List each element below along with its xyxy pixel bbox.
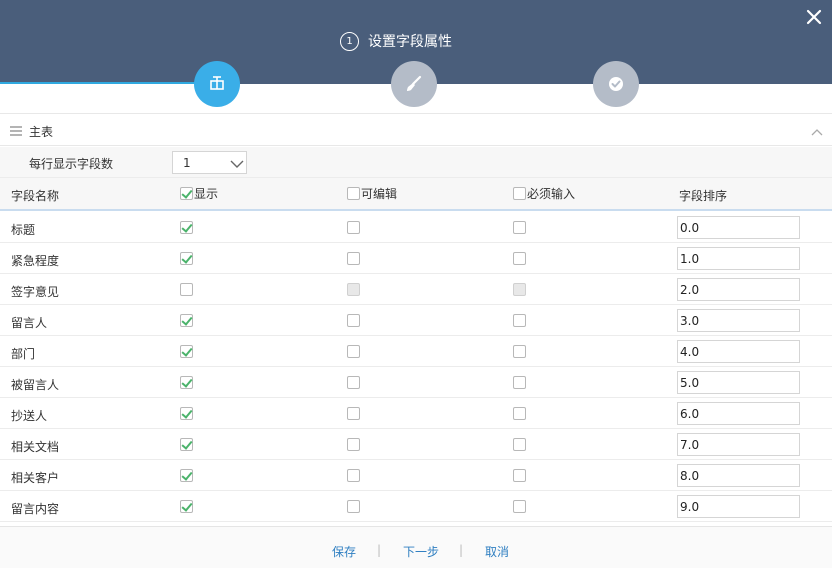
required-checkbox[interactable] [513,407,526,420]
fields-per-row-select[interactable]: 1 [172,151,247,174]
required-checkbox[interactable] [513,345,526,358]
column-header-order: 字段排序 [679,189,728,203]
step-number-badge: 1 [340,31,359,51]
editable-checkbox[interactable] [347,283,360,296]
chevron-up-icon[interactable] [811,125,823,139]
table-row: 部门 [0,336,832,367]
required-checkbox[interactable] [513,314,526,327]
required-checkbox[interactable] [513,283,526,296]
fields-per-row-setting: 每行显示字段数 1 [0,147,832,178]
editable-checkbox[interactable] [347,252,360,265]
wizard-title: 1 设置字段属性 [340,31,452,51]
field-name: 抄送人 [11,409,48,423]
step-1-field-properties-icon[interactable] [194,61,240,107]
table-row: 抄送人 [0,398,832,429]
table-row: 相关客户 [0,460,832,491]
editable-checkbox[interactable] [347,376,360,389]
required-checkbox[interactable] [513,221,526,234]
show-checkbox[interactable] [180,283,193,296]
select-all-required-checkbox[interactable] [513,187,526,200]
column-header-required: 必须输入 [513,185,575,202]
required-checkbox[interactable] [513,500,526,513]
column-header-show: 显示 [180,185,218,202]
field-name: 相关文档 [11,440,60,454]
field-table-body: 标题 紧急程度 签字意见 留言人 部门 被留言人 [0,212,832,522]
order-input[interactable] [677,278,800,301]
show-checkbox[interactable] [180,221,193,234]
fields-per-row-value: 1 [183,156,191,170]
required-checkbox[interactable] [513,252,526,265]
order-input[interactable] [677,495,800,518]
section-title: 主表 [29,125,54,139]
editable-checkbox[interactable] [347,438,360,451]
order-input[interactable] [677,464,800,487]
column-header-editable: 可编辑 [347,185,397,202]
table-row: 留言人 [0,305,832,336]
field-name: 被留言人 [11,378,60,392]
show-checkbox[interactable] [180,500,193,513]
table-row: 签字意见 [0,274,832,305]
table-row: 留言内容 [0,491,832,522]
order-input[interactable] [677,309,800,332]
show-checkbox[interactable] [180,252,193,265]
editable-checkbox[interactable] [347,345,360,358]
select-all-show-checkbox[interactable] [180,187,193,200]
order-input[interactable] [677,247,800,270]
show-checkbox[interactable] [180,376,193,389]
editable-checkbox[interactable] [347,314,360,327]
progress-line [0,82,217,84]
table-header: 字段名称 显示 可编辑 必须输入 字段排序 [0,178,832,211]
column-header-editable-label: 可编辑 [361,187,398,201]
list-icon [10,125,22,139]
field-name: 留言人 [11,316,48,330]
table-row: 相关文档 [0,429,832,460]
order-input[interactable] [677,402,800,425]
editable-checkbox[interactable] [347,221,360,234]
chevron-down-icon [230,158,244,172]
step-2-brush-icon[interactable] [391,61,437,107]
editable-checkbox[interactable] [347,407,360,420]
fields-per-row-label: 每行显示字段数 [29,157,114,171]
main-table-section-header: 主表 [0,113,832,146]
next-step-button[interactable]: 下一步 [403,543,439,560]
order-input[interactable] [677,371,800,394]
cancel-button[interactable]: 取消 [485,543,509,560]
required-checkbox[interactable] [513,438,526,451]
column-header-show-label: 显示 [194,187,219,201]
field-name: 部门 [11,347,36,361]
table-row: 被留言人 [0,367,832,398]
show-checkbox[interactable] [180,407,193,420]
select-all-editable-checkbox[interactable] [347,187,360,200]
save-button[interactable]: 保存 [332,543,356,560]
footer-separator: | [377,543,382,557]
order-input[interactable] [677,340,800,363]
show-checkbox[interactable] [180,469,193,482]
editable-checkbox[interactable] [347,500,360,513]
order-input[interactable] [677,433,800,456]
field-name: 相关客户 [11,471,60,485]
column-header-name: 字段名称 [11,189,60,203]
field-name: 签字意见 [11,285,60,299]
footer-separator: | [459,543,464,557]
show-checkbox[interactable] [180,438,193,451]
field-name: 紧急程度 [11,254,60,268]
field-name: 标题 [11,223,36,237]
required-checkbox[interactable] [513,469,526,482]
field-name: 留言内容 [11,502,60,516]
show-checkbox[interactable] [180,314,193,327]
table-row: 标题 [0,212,832,243]
dialog-footer: 保存 | 下一步 | 取消 [0,526,832,568]
close-icon[interactable] [803,6,825,28]
step-3-check-icon[interactable] [593,61,639,107]
required-checkbox[interactable] [513,376,526,389]
editable-checkbox[interactable] [347,469,360,482]
page-title: 设置字段属性 [368,34,452,50]
table-row: 紧急程度 [0,243,832,274]
order-input[interactable] [677,216,800,239]
column-header-required-label: 必须输入 [527,187,576,201]
show-checkbox[interactable] [180,345,193,358]
